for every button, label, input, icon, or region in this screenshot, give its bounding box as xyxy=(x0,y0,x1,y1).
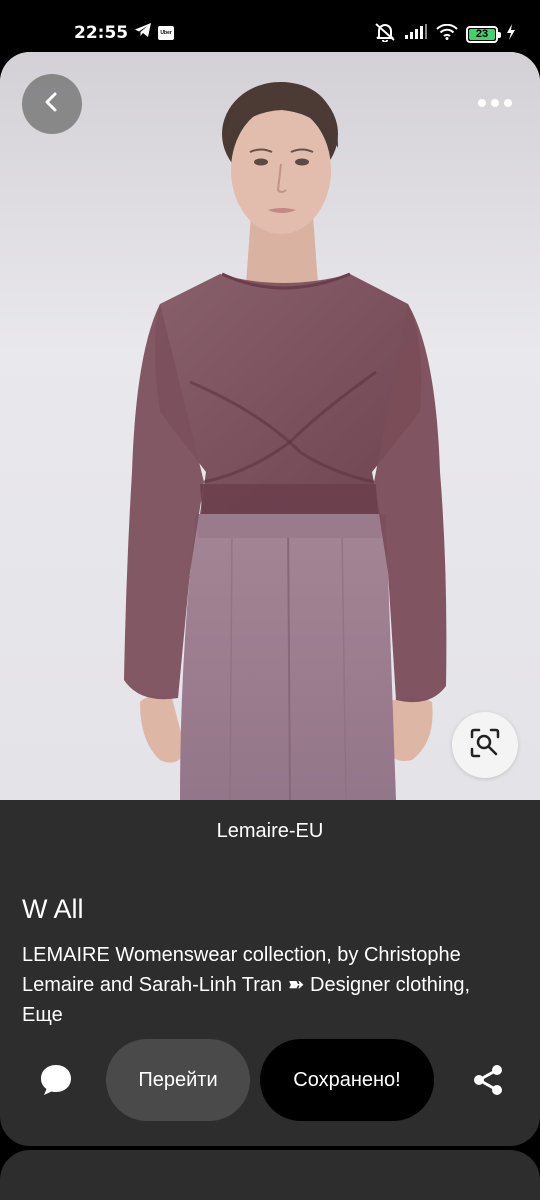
share-icon xyxy=(471,1063,505,1102)
more-horizontal-icon xyxy=(477,95,513,113)
alarm-off-icon xyxy=(374,22,396,47)
signal-icon xyxy=(404,24,428,45)
pin-description-text: LEMAIRE Womenswear collection, by Christ… xyxy=(22,944,471,996)
lens-search-icon xyxy=(469,727,501,764)
status-left: 22:55 Uber xyxy=(74,22,175,43)
pin-description: LEMAIRE Womenswear collection, by Christ… xyxy=(22,940,522,1030)
comment-icon xyxy=(39,1063,73,1102)
comment-button[interactable] xyxy=(34,1060,78,1104)
charging-icon xyxy=(506,24,516,45)
pin-title: W All xyxy=(22,894,84,924)
pin-image[interactable] xyxy=(0,52,540,800)
next-card-peek xyxy=(0,1150,540,1200)
chevron-left-icon xyxy=(41,91,63,118)
visual-search-button[interactable] xyxy=(452,712,518,778)
model-photo xyxy=(0,52,540,800)
status-bar: 22:55 Uber 23 xyxy=(0,0,540,52)
pin-card: Lemaire-EU W All LEMAIRE Womenswear coll… xyxy=(0,52,540,1146)
back-button[interactable] xyxy=(22,74,82,134)
pin-source[interactable]: Lemaire-EU xyxy=(0,820,540,843)
saved-button[interactable]: Сохранено! xyxy=(260,1039,434,1121)
status-right: 23 xyxy=(374,22,516,47)
clock: 22:55 xyxy=(74,22,129,43)
battery-fill: 23 xyxy=(469,29,495,40)
telegram-icon xyxy=(134,22,152,43)
battery-cap xyxy=(498,32,501,38)
share-button[interactable] xyxy=(466,1060,510,1104)
more-options-button[interactable] xyxy=(470,82,520,126)
wifi-icon xyxy=(436,23,458,45)
uber-icon: Uber xyxy=(158,25,175,40)
visit-button[interactable]: Перейти xyxy=(106,1039,250,1121)
battery-icon: 23 xyxy=(466,26,501,43)
battery-level: 23 xyxy=(475,28,489,40)
read-more-link[interactable]: Еще xyxy=(22,1000,522,1030)
